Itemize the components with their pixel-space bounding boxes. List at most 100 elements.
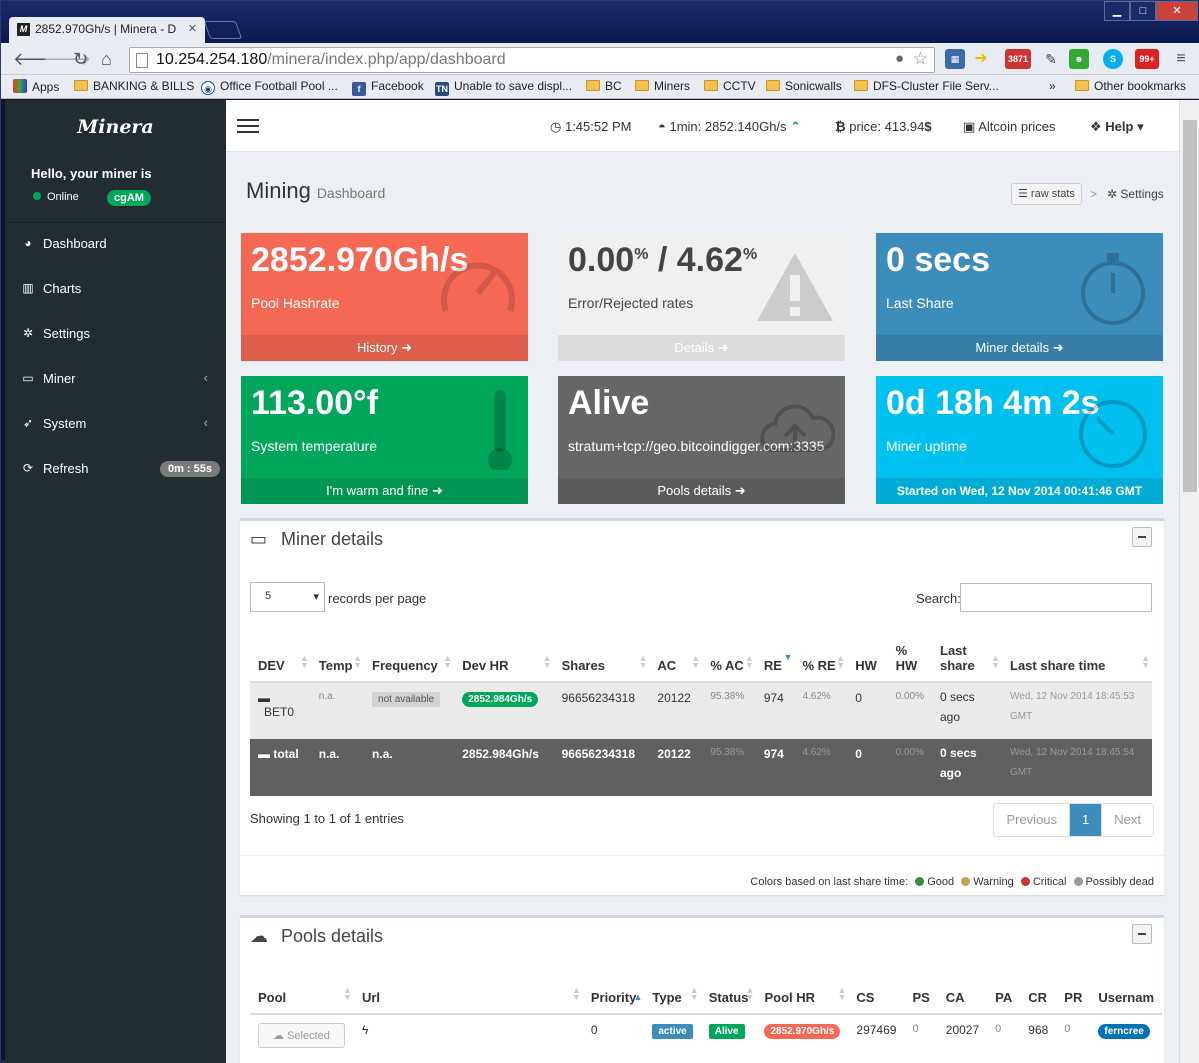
sidebar-item-charts[interactable]: ▥ Charts	[5, 268, 226, 312]
records-per-page-select[interactable]: 5	[250, 582, 325, 612]
col-dev[interactable]: DEV ▲ ▼	[250, 632, 311, 683]
bookmark-folder-other[interactable]: Other bookmarks	[1075, 79, 1186, 93]
col-pct-hw[interactable]: % HW	[887, 632, 932, 683]
browser-tab[interactable]: M 2852.970Gh/s | Minera - D ✕	[9, 17, 205, 43]
pools-details-link[interactable]: Pools details ➜	[558, 478, 845, 504]
cr-cell: 968	[1028, 1023, 1049, 1037]
bookmark-apps[interactable]: Apps	[13, 79, 59, 94]
bookmark-folder-miners[interactable]: Miners	[635, 79, 690, 93]
bookmark-football-pool[interactable]: ◉ Office Football Pool ...	[201, 79, 338, 95]
bookmark-folder-banking[interactable]: BANKING & BILLS	[74, 79, 194, 93]
pool-cell: ☁ Selected	[250, 1014, 354, 1056]
search-input[interactable]	[960, 583, 1152, 612]
col-pct-re[interactable]: % RE ▲ ▼	[794, 632, 848, 683]
address-bar[interactable]: 10.254.254.180/minera/index.php/app/dash…	[129, 47, 935, 73]
sidebar-item-miner[interactable]: ▭ Miner ‹	[5, 358, 226, 402]
bookmark-star-icon[interactable]: ☆	[913, 49, 928, 69]
selected-pool-button[interactable]: ☁ Selected	[258, 1023, 345, 1048]
col-dev-hr[interactable]: Dev HR ▲ ▼	[454, 632, 554, 683]
col-pool-hr[interactable]: Pool HR ▲ ▼	[756, 986, 849, 1015]
col-frequency[interactable]: Frequency ▲ ▼	[364, 632, 455, 683]
minimize-button[interactable]: ▁	[1104, 1, 1130, 21]
pin-extension-icon[interactable]: ✎	[1041, 49, 1061, 69]
home-icon[interactable]: ⌂	[101, 49, 112, 69]
collapse-button[interactable]	[1132, 924, 1152, 944]
col-hw[interactable]: HW	[847, 632, 888, 683]
help-menu[interactable]: ❖ Help ▾	[1090, 119, 1144, 135]
bookmark-unable-to-save[interactable]: TN Unable to save displ...	[435, 79, 572, 96]
bookmarks-overflow-icon[interactable]: »	[1049, 79, 1056, 93]
page-1-button[interactable]: 1	[1069, 804, 1102, 836]
pool-hr-cell: 2852.970Gh/s	[756, 1014, 848, 1056]
close-window-button[interactable]: ✕	[1156, 1, 1198, 21]
sidebar-item-settings[interactable]: ✲ Settings	[5, 313, 226, 357]
col-ps[interactable]: PS	[904, 990, 938, 1015]
col-type[interactable]: Type ▲ ▼	[644, 986, 701, 1015]
records-per-page-label: records per page	[328, 591, 427, 606]
bulb-icon[interactable]: ●	[895, 50, 904, 67]
type-cell: active	[644, 1014, 700, 1056]
close-tab-icon[interactable]: ✕	[188, 22, 197, 35]
col-username[interactable]: Usernam	[1090, 990, 1162, 1015]
col-cs[interactable]: CS	[848, 990, 905, 1015]
chrome-menu-icon[interactable]: ≡	[1171, 49, 1191, 69]
page-scrollbar[interactable]	[1179, 100, 1199, 1063]
eye-icon: ◉	[201, 81, 215, 95]
col-last-share-time[interactable]: Last share time ▲ ▼	[1002, 632, 1152, 683]
history-link[interactable]: History ➜	[241, 335, 528, 361]
sidebar-toggle-icon[interactable]	[237, 119, 259, 133]
temperature-status-link[interactable]: I'm warm and fine ➜	[241, 478, 528, 504]
scrollbar-thumb[interactable]	[1183, 120, 1197, 492]
raw-stats-button[interactable]: ☰ raw stats	[1011, 183, 1082, 205]
reload-icon[interactable]: ↻	[73, 49, 88, 69]
col-pr[interactable]: PR	[1056, 990, 1091, 1015]
arrow-extension-icon[interactable]: ➜	[971, 49, 991, 69]
col-pct-ac[interactable]: % AC ▲ ▼	[702, 632, 756, 683]
skype-icon[interactable]: S	[1103, 49, 1123, 69]
bookmark-folder-bc[interactable]: BC	[586, 79, 622, 93]
maximize-button[interactable]: □	[1130, 1, 1156, 21]
minera-logo[interactable]: Minera	[5, 116, 226, 138]
notification-extension-icon[interactable]: 99+	[1135, 49, 1159, 69]
col-pa[interactable]: PA	[987, 990, 1021, 1015]
total-shares-cell: 96656234318	[561, 747, 636, 761]
col-cr[interactable]: CR	[1020, 990, 1057, 1015]
gear-icon: ✲	[1107, 187, 1121, 201]
next-button[interactable]: Next	[1101, 804, 1153, 836]
col-pool[interactable]: Pool ▲ ▼	[250, 986, 354, 1015]
col-shares[interactable]: Shares ▲ ▼	[553, 632, 650, 683]
col-status[interactable]: Status ▲ ▼	[700, 986, 757, 1015]
uptime-box: 0d 18h 4m 2s Miner uptime Started on Wed…	[876, 376, 1163, 504]
col-ac[interactable]: AC ▲ ▼	[649, 632, 703, 683]
gmail-icon[interactable]: 3871	[1005, 49, 1031, 69]
bookmark-folder-dfs[interactable]: DFS-Cluster File Serv...	[854, 79, 999, 93]
bookmark-folder-cctv[interactable]: CCTV	[704, 79, 756, 93]
col-priority[interactable]: Priority ▲	[582, 990, 645, 1015]
new-tab-button[interactable]	[203, 21, 243, 39]
sidebar-item-refresh[interactable]: ⟳ Refresh 0m : 55s	[5, 448, 226, 492]
stopwatch-icon	[1081, 253, 1145, 325]
col-temp[interactable]: Temp ▲ ▼	[310, 632, 365, 683]
total-last-share-cell: 0 secs ago	[940, 746, 977, 780]
breadcrumb-settings[interactable]: Settings	[1120, 187, 1163, 201]
last-share-box: 0 secs Last Share Miner details ➜	[876, 233, 1163, 361]
last-share-label: Last Share	[886, 295, 954, 311]
col-url[interactable]: Url ▲ ▼	[353, 986, 583, 1015]
sidebar-item-system[interactable]: ➶ System ‹	[5, 403, 226, 447]
notification-badge: 99+	[1139, 54, 1155, 64]
bookmark-folder-sonicwalls[interactable]: Sonicwalls	[766, 79, 842, 93]
col-last-share[interactable]: Last share ▲ ▼	[932, 632, 1002, 683]
altcoin-prices-link[interactable]: ▣ Altcoin prices	[963, 119, 1056, 135]
sidebar-item-dashboard[interactable]: ◕ Dashboard	[5, 223, 226, 267]
extension-icon[interactable]: ▦	[945, 49, 965, 69]
previous-button[interactable]: Previous	[994, 804, 1069, 836]
miner-details-link[interactable]: Miner details ➜	[876, 335, 1163, 361]
bookmark-facebook[interactable]: f Facebook	[352, 79, 424, 96]
username-cell: ferncree	[1090, 1014, 1162, 1056]
collapse-button[interactable]	[1132, 527, 1152, 547]
robot-extension-icon[interactable]: ☻	[1069, 49, 1089, 69]
minera-favicon: M	[17, 23, 30, 36]
col-ca[interactable]: CA	[937, 990, 988, 1015]
col-re[interactable]: RE ▼	[755, 632, 795, 683]
details-link[interactable]: Details ➜	[558, 335, 845, 361]
